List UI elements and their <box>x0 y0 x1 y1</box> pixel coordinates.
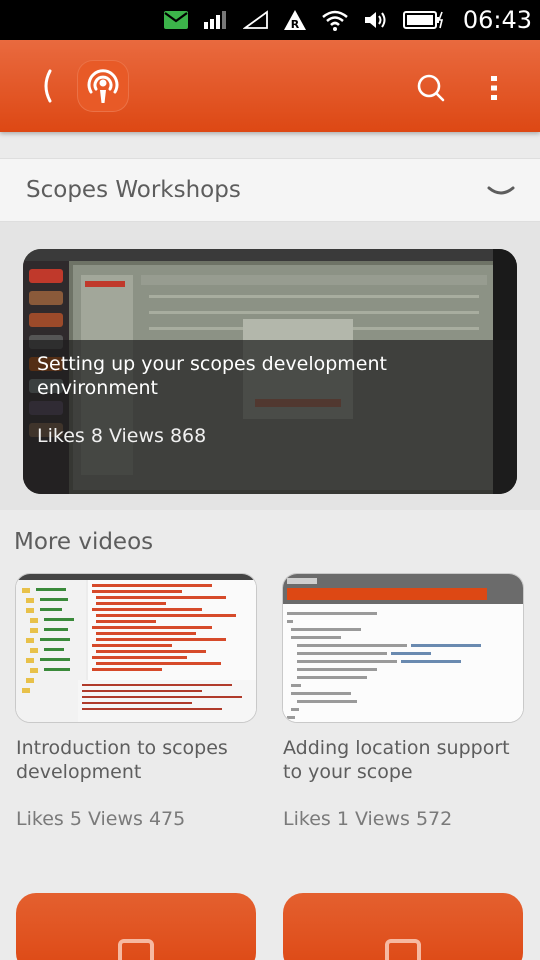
department-label: Scopes Workshops <box>26 177 241 203</box>
back-chevron-icon <box>44 69 52 103</box>
search-button[interactable] <box>413 70 449 106</box>
podcast-logo-icon <box>87 69 119 103</box>
video-thumbnail <box>16 574 256 722</box>
search-icon <box>417 74 445 102</box>
video-title: Introduction to scopes development <box>16 737 228 783</box>
battery-charging-icon <box>402 10 445 30</box>
chevron-down-icon <box>487 186 515 195</box>
app-header <box>0 40 540 132</box>
back-button[interactable] <box>30 66 60 106</box>
volume-icon <box>363 10 389 30</box>
status-time: 06:43 <box>462 6 532 34</box>
hero-video-card[interactable]: Setting up your scopes development envir… <box>23 249 517 494</box>
more-videos-heading: More videos <box>14 529 154 555</box>
app-card[interactable] <box>16 893 256 960</box>
wifi-icon <box>321 9 349 31</box>
app-card[interactable] <box>283 893 523 960</box>
phone-icon <box>385 939 421 960</box>
roaming-icon: R <box>283 9 307 31</box>
video-title: Adding location support to your scope <box>283 737 510 783</box>
video-stats: Likes 1 Views 572 <box>283 808 453 830</box>
video-thumbnail <box>283 574 523 722</box>
phone-icon <box>118 939 154 960</box>
svg-text:R: R <box>291 18 300 31</box>
scope-logo <box>77 60 129 112</box>
message-icon <box>163 10 189 30</box>
department-selector[interactable]: Scopes Workshops <box>0 158 540 222</box>
signal-icon <box>203 10 229 30</box>
hero-video-stats: Likes 8 Views 868 <box>37 425 207 447</box>
hero-caption-overlay: Setting up your scopes development envir… <box>23 340 517 494</box>
overflow-menu-icon <box>491 76 497 100</box>
mobile-data-icon <box>242 10 269 30</box>
status-bar: R 06:43 <box>0 0 540 40</box>
video-stats: Likes 5 Views 475 <box>16 808 186 830</box>
overflow-menu-button[interactable] <box>480 70 508 106</box>
hero-video-title: Setting up your scopes development envir… <box>37 353 387 399</box>
